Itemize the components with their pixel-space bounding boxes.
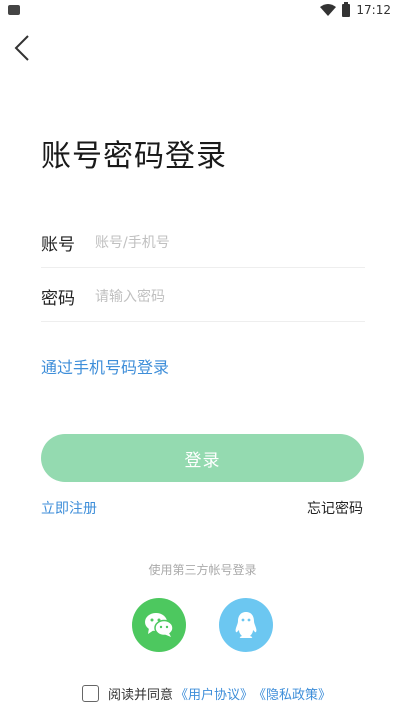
status-time: 17:12 [356, 3, 391, 17]
password-input[interactable] [95, 280, 365, 313]
status-right: 17:12 [320, 1, 391, 17]
forgot-password-link[interactable]: 忘记密码 [307, 498, 363, 518]
register-link[interactable]: 立即注册 [41, 498, 97, 518]
battery-icon [342, 1, 351, 17]
wechat-icon [145, 613, 174, 637]
third-party-label: 使用第三方帐号登录 [148, 563, 257, 577]
account-row: 账号 [41, 218, 365, 268]
chevron-left-icon [14, 35, 29, 61]
login-button[interactable]: 登录 [41, 434, 364, 482]
password-row: 密码 [41, 272, 365, 322]
wechat-login-button[interactable] [132, 598, 186, 652]
user-agreement-link[interactable]: 《用户协议》 [175, 684, 253, 703]
account-input[interactable] [95, 226, 365, 259]
page-title: 账号密码登录 [41, 139, 227, 174]
agreement-row: 阅读并同意 《用户协议》 《隐私政策》 [82, 684, 331, 703]
phone-login-link[interactable]: 通过手机号码登录 [41, 354, 169, 378]
back-button[interactable] [8, 30, 36, 66]
account-label: 账号 [41, 235, 75, 255]
qq-login-button[interactable] [219, 598, 273, 652]
agreement-text: 阅读并同意 [108, 688, 174, 703]
app-notification-icon [8, 5, 20, 15]
agree-checkbox[interactable] [82, 685, 99, 702]
status-bar: 17:12 [0, 0, 405, 22]
qq-icon [235, 612, 257, 638]
privacy-policy-link[interactable]: 《隐私政策》 [253, 684, 331, 703]
password-label: 密码 [41, 289, 75, 309]
wifi-icon [320, 4, 337, 16]
